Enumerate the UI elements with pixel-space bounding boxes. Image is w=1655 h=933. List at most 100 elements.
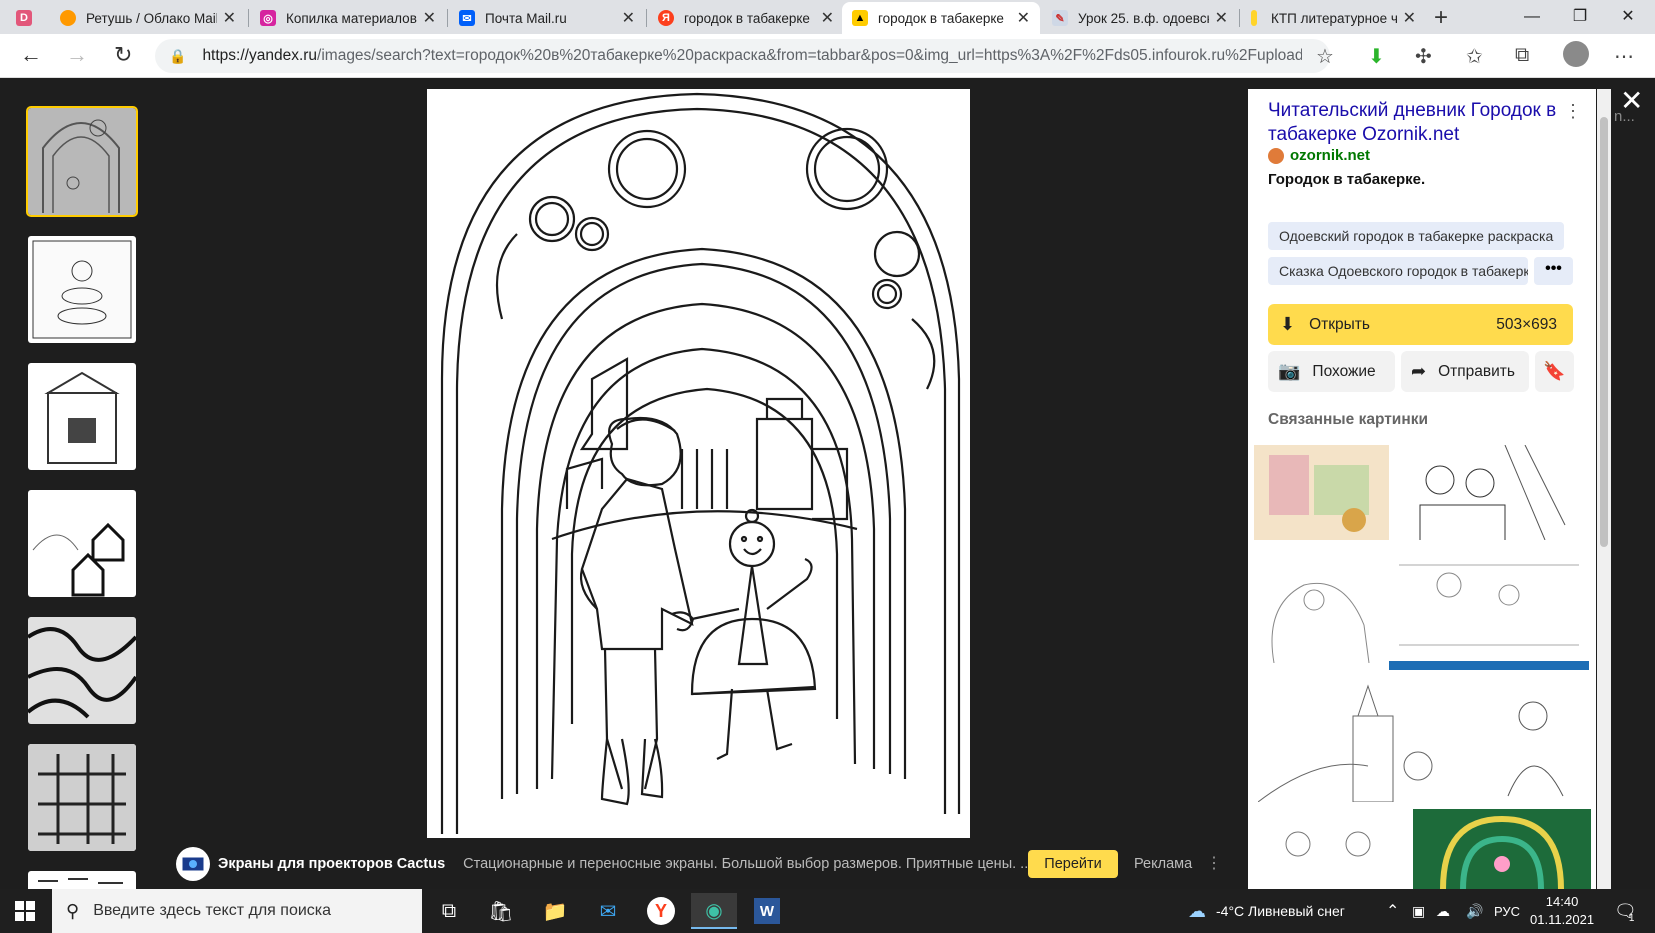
related-image[interactable] — [1254, 445, 1389, 540]
mail-app-icon[interactable]: ✉ — [585, 893, 631, 929]
share-button[interactable]: ➦ Отправить — [1401, 351, 1529, 392]
tab-label: Ретушь / Облако Mail.ru — [86, 10, 217, 26]
thumbnail-2[interactable] — [28, 236, 136, 343]
onedrive-icon[interactable]: ☁ — [1436, 889, 1450, 933]
share-label: Отправить — [1438, 362, 1515, 380]
extensions-icon[interactable]: ✣ — [1415, 44, 1432, 69]
collections-icon[interactable]: ⧉ — [1515, 44, 1529, 67]
taskbar-search[interactable]: ⚲ Введите здесь текст для поиска — [52, 889, 422, 933]
store-icon[interactable]: 🛍 — [478, 893, 524, 929]
related-image[interactable] — [1389, 545, 1589, 670]
new-tab-button[interactable]: + — [1434, 4, 1448, 32]
notifications-icon[interactable]: 🗨 1 — [1614, 889, 1637, 933]
address-bar[interactable]: 🔒 https://yandex.ru/images/search?text=г… — [155, 39, 1330, 73]
thumbnail-1[interactable] — [26, 106, 138, 217]
related-thumbnail — [1258, 684, 1433, 802]
clock[interactable]: 14:40 01.11.2021 — [1530, 893, 1594, 929]
bookmark-icon: 🔖 — [1543, 361, 1566, 381]
show-hidden-icons[interactable]: ⌃ — [1386, 889, 1399, 933]
start-button[interactable] — [0, 889, 50, 933]
favorites-icon[interactable]: ✩ — [1466, 44, 1483, 69]
file-explorer-icon[interactable]: 📁 — [532, 893, 578, 929]
task-view-icon[interactable]: ⧉ — [426, 893, 472, 929]
edge-icon[interactable]: ◉ — [691, 893, 737, 929]
tab-yandex-search[interactable]: Я городок в табакерке ✕ — [648, 2, 844, 34]
thumbnail-6[interactable] — [28, 744, 136, 851]
tab-profile[interactable]: D — [6, 2, 42, 34]
add-favorite-icon[interactable]: ☆ — [1316, 44, 1334, 69]
tab-kopilka[interactable]: ◎ Копилка материалов ✕ — [250, 2, 446, 34]
related-image[interactable] — [1488, 676, 1583, 802]
ad-label[interactable]: Реклама — [1134, 856, 1192, 872]
close-icon[interactable]: ✕ — [1403, 8, 1416, 28]
thumbnail-3[interactable] — [28, 363, 136, 470]
tab-lesson[interactable]: ✎ Урок 25. в.ф. одоевский ✕ — [1042, 2, 1238, 34]
url-text[interactable]: https://yandex.ru/images/search?text=гор… — [202, 47, 1302, 65]
source-title-link[interactable]: Читательский дневник Городок в табакерке… — [1268, 99, 1568, 147]
minimize-button[interactable]: — — [1508, 2, 1556, 32]
related-image[interactable] — [1413, 809, 1591, 889]
more-menu-icon[interactable]: ⋯ — [1614, 44, 1634, 69]
document-icon: ✎ — [1052, 10, 1068, 26]
background-text: n... — [1614, 108, 1635, 125]
similar-label: Похожие — [1312, 362, 1376, 380]
tag-chip[interactable]: Сказка Одоевского городок в табакерке — [1268, 257, 1528, 285]
source-host-link[interactable]: ozornik.net — [1268, 147, 1370, 164]
lock-icon[interactable]: 🔒 — [169, 48, 186, 65]
bookmark-button[interactable]: 🔖 — [1535, 351, 1574, 392]
related-image[interactable] — [1254, 545, 1384, 663]
word-logo-icon: W — [754, 898, 780, 924]
meet-now-icon[interactable]: ▣ — [1412, 889, 1425, 933]
main-image[interactable] — [427, 89, 970, 838]
close-icon[interactable]: ✕ — [423, 8, 436, 28]
weather-widget[interactable]: ☁ -4°C Ливневый снег — [1188, 889, 1345, 933]
ad-title[interactable]: Экраны для проекторов Cactus — [218, 856, 445, 872]
close-icon[interactable]: ✕ — [622, 8, 635, 28]
ad-go-button[interactable]: Перейти — [1028, 850, 1118, 878]
tab-yandex-images[interactable]: ▲ городок в табакерке ✕ — [842, 2, 1040, 34]
avatar[interactable] — [1563, 41, 1589, 67]
extension-download-icon[interactable]: ⬇ — [1368, 44, 1385, 69]
thumbnail-image — [42, 119, 120, 213]
ad-logo[interactable] — [176, 847, 210, 881]
related-thumbnail — [1285, 831, 1371, 857]
close-icon[interactable]: ✕ — [1215, 8, 1228, 28]
language-indicator[interactable]: РУС — [1494, 889, 1520, 933]
open-button[interactable]: ⬇ Открыть 503×693 — [1268, 304, 1573, 345]
more-tags-button[interactable]: ••• — [1534, 257, 1573, 285]
related-image[interactable] — [1258, 676, 1483, 802]
tab-retouch[interactable]: Ретушь / Облако Mail.ru ✕ — [50, 2, 246, 34]
source-host: ozornik.net — [1290, 147, 1371, 164]
forward-icon[interactable]: → — [66, 42, 88, 68]
window-close-button[interactable]: ✕ — [1604, 2, 1652, 32]
ad-text[interactable]: Стационарные и переносные экраны. Большо… — [463, 856, 1032, 872]
more-options-icon[interactable]: ⋮ — [1564, 101, 1582, 122]
thumbnail-image — [28, 744, 136, 851]
thumbnail-4[interactable] — [28, 490, 136, 597]
related-image[interactable] — [1395, 445, 1570, 540]
tab-mail[interactable]: ✉ Почта Mail.ru ✕ — [449, 2, 645, 34]
close-icon[interactable]: ✕ — [821, 8, 834, 28]
panel-scrollbar[interactable] — [1597, 89, 1611, 889]
related-image[interactable] — [1258, 809, 1408, 889]
similar-button[interactable]: 📷 Похожие — [1268, 351, 1395, 392]
tab-ktp[interactable]: КТП литературное чтение ✕ — [1241, 2, 1426, 34]
reload-icon[interactable]: ↻ — [114, 42, 132, 68]
taskbar: ⚲ Введите здесь текст для поиска ⧉ 🛍 📁 ✉… — [0, 889, 1655, 933]
tab-divider — [1239, 9, 1240, 27]
related-thumbnail — [1440, 815, 1564, 889]
close-icon[interactable]: ✕ — [223, 8, 236, 28]
back-icon[interactable]: ← — [20, 42, 42, 68]
tag-chip[interactable]: Одоевский городок в табакерке раскраска — [1268, 222, 1565, 250]
notification-count-badge: 1 — [1628, 912, 1635, 924]
thumbnail-7[interactable] — [28, 871, 136, 889]
maximize-button[interactable]: ❐ — [1556, 2, 1604, 32]
scrollbar-thumb[interactable] — [1600, 117, 1608, 547]
close-icon[interactable]: ✕ — [1017, 8, 1030, 28]
yandex-browser-icon[interactable]: Y — [638, 893, 684, 929]
thumbnail-image — [32, 240, 132, 339]
volume-icon[interactable]: 🔊 — [1466, 889, 1483, 933]
thumbnail-5[interactable] — [28, 617, 136, 724]
word-icon[interactable]: W — [744, 893, 790, 929]
ad-more-icon[interactable]: ⋮ — [1206, 853, 1222, 873]
